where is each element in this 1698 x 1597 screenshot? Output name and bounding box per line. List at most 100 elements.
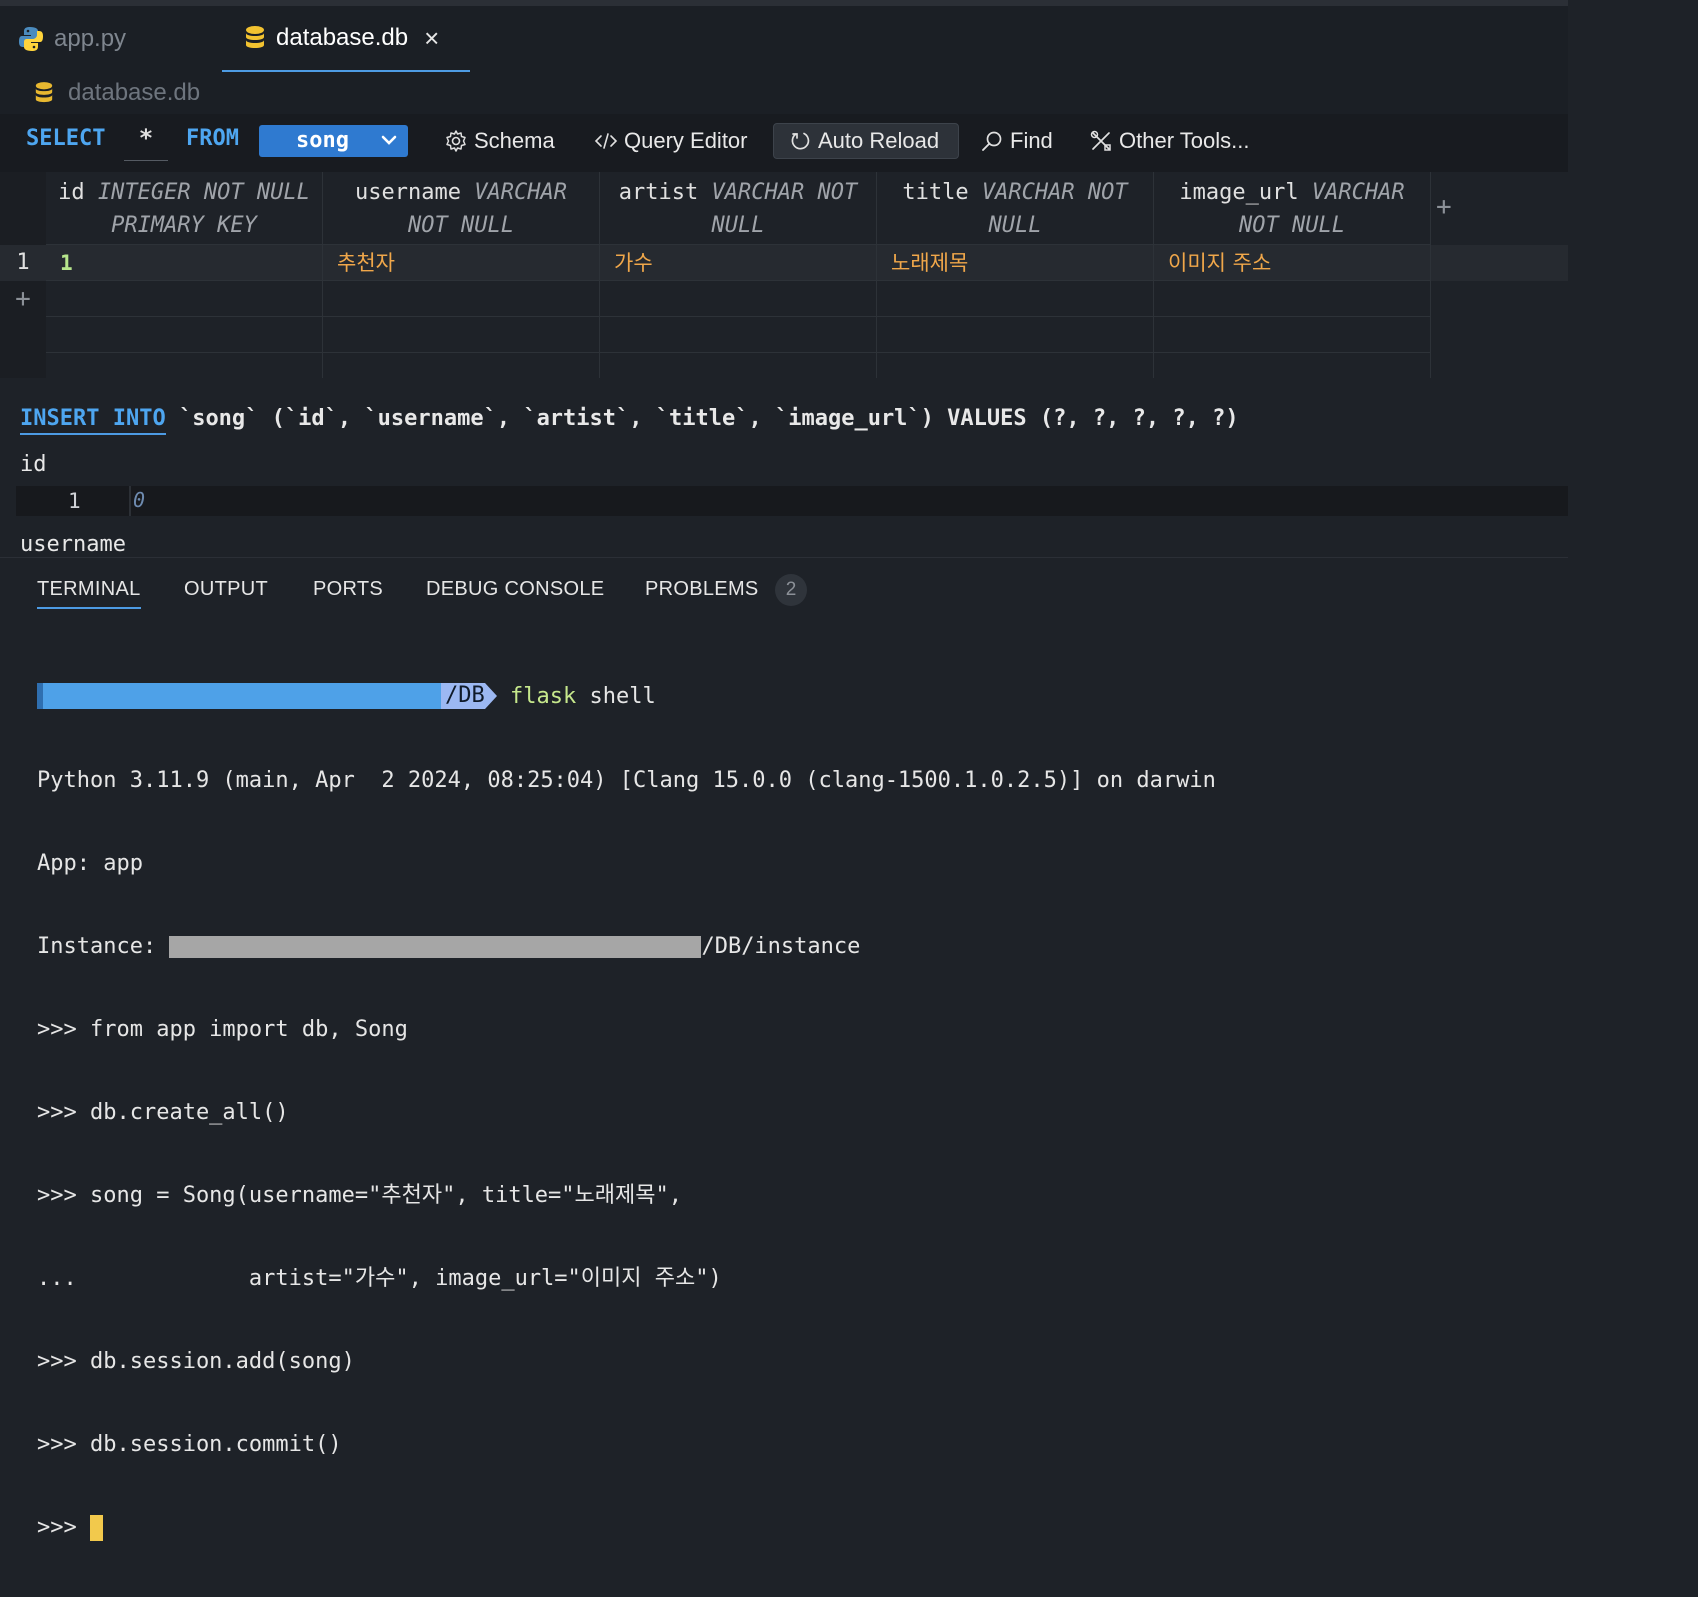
database-icon bbox=[35, 82, 53, 103]
redacted-path bbox=[169, 935, 702, 958]
table-select[interactable]: song bbox=[259, 125, 408, 157]
empty-cell bbox=[877, 317, 1154, 353]
tab-ports[interactable]: PORTS bbox=[313, 578, 383, 601]
column-header-image-url[interactable]: image_url VARCHAR NOT NULL bbox=[1154, 172, 1431, 245]
insert-statement-text: `song` (`id`, `username`, `artist`, `tit… bbox=[165, 406, 1239, 431]
column-name: image_url bbox=[1179, 180, 1299, 205]
empty-cell bbox=[323, 353, 600, 378]
empty-cell bbox=[600, 317, 877, 353]
column-name: title bbox=[902, 180, 969, 205]
empty-cell bbox=[46, 317, 323, 353]
query-editor-button[interactable]: Query Editor bbox=[594, 123, 748, 159]
columns-input[interactable]: * bbox=[124, 124, 168, 161]
gear-icon bbox=[446, 130, 466, 152]
prompt-path: /DB bbox=[441, 683, 485, 710]
terminal-prompt: >>> bbox=[37, 1515, 90, 1541]
row-number: 1 bbox=[16, 250, 30, 275]
column-type: NOT NULL bbox=[408, 213, 514, 238]
cell-image-url[interactable]: 이미지 주소 bbox=[1154, 245, 1431, 281]
terminal-input-line[interactable]: >>> bbox=[37, 1514, 1216, 1542]
column-header-id[interactable]: id INTEGER NOT NULL PRIMARY KEY bbox=[46, 172, 323, 245]
column-type: NULL bbox=[988, 213, 1042, 238]
breadcrumb-item[interactable]: database.db bbox=[68, 79, 200, 107]
empty-cell[interactable] bbox=[600, 281, 877, 317]
terminal-line: ... artist="가수", image_url="이미지 주소") bbox=[37, 1266, 722, 1292]
empty-cell[interactable] bbox=[1154, 281, 1431, 317]
tab-output[interactable]: OUTPUT bbox=[184, 578, 268, 601]
value-editor-id[interactable]: 1 0 bbox=[16, 486, 1568, 516]
column-type: NOT NULL bbox=[1239, 213, 1345, 238]
prompt-command: flask bbox=[510, 684, 577, 710]
auto-reload-button[interactable]: Auto Reload bbox=[773, 123, 959, 159]
find-button[interactable]: Find bbox=[980, 123, 1053, 159]
breadcrumb: database.db bbox=[0, 72, 1568, 114]
tab-debug-console[interactable]: DEBUG CONSOLE bbox=[426, 578, 604, 601]
add-column-icon[interactable]: + bbox=[1436, 192, 1452, 222]
query-editor-label: Query Editor bbox=[624, 128, 748, 153]
from-keyword: FROM bbox=[186, 126, 239, 151]
column-type: VARCHAR NOT bbox=[711, 180, 858, 205]
empty-cell bbox=[1154, 317, 1431, 353]
tools-icon bbox=[1090, 130, 1111, 151]
insert-keyword[interactable]: INSERT INTO bbox=[20, 406, 166, 435]
search-icon bbox=[982, 131, 1002, 151]
column-header-title[interactable]: title VARCHAR NOT NULL bbox=[877, 172, 1154, 245]
column-type: VARCHAR NOT bbox=[981, 180, 1128, 205]
value-input-id[interactable]: 0 bbox=[129, 486, 1568, 516]
terminal-line: >>> from app import db, Song bbox=[37, 1016, 408, 1042]
tab-problems[interactable]: PROBLEMS bbox=[645, 578, 759, 601]
terminal-instance-line: Instance: /DB/instance bbox=[37, 933, 1216, 961]
code-icon bbox=[594, 133, 618, 149]
empty-cell bbox=[1154, 353, 1431, 378]
python-icon bbox=[19, 27, 43, 51]
cell-title[interactable]: 노래제목 bbox=[877, 245, 1154, 281]
schema-button[interactable]: Schema bbox=[444, 123, 555, 159]
query-toolbar: SELECT * FROM song Schema Query Editor A… bbox=[0, 114, 1568, 172]
data-grid: id INTEGER NOT NULL PRIMARY KEY username… bbox=[0, 172, 1568, 378]
instance-suffix: /DB/instance bbox=[701, 933, 861, 959]
other-tools-button[interactable]: Other Tools... bbox=[1089, 123, 1249, 159]
column-type: NULL bbox=[711, 213, 765, 238]
tab-app-py[interactable]: app.py bbox=[18, 6, 126, 72]
column-type: PRIMARY KEY bbox=[111, 213, 257, 238]
terminal-line: >>> db.session.add(song) bbox=[37, 1349, 355, 1375]
line-number: 1 bbox=[68, 489, 81, 513]
prompt-command-arg: shell bbox=[576, 684, 656, 710]
select-keyword: SELECT bbox=[26, 126, 106, 151]
cell-artist[interactable]: 가수 bbox=[600, 245, 877, 281]
empty-cell[interactable] bbox=[46, 281, 323, 317]
problems-count-badge: 2 bbox=[775, 574, 807, 606]
insert-statement: INSERT INTO `song` (`id`, `username`, `a… bbox=[20, 406, 1239, 435]
terminal-line: Python 3.11.9 (main, Apr 2 2024, 08:25:0… bbox=[37, 767, 1216, 793]
chevron-down-icon bbox=[381, 135, 397, 145]
refresh-icon bbox=[791, 132, 810, 150]
empty-cell bbox=[46, 353, 323, 378]
field-label-id: id bbox=[20, 452, 47, 477]
empty-cell bbox=[323, 317, 600, 353]
terminal-line: >>> db.create_all() bbox=[37, 1099, 289, 1125]
tab-database-db[interactable]: database.db × bbox=[222, 6, 470, 72]
column-header-artist[interactable]: artist VARCHAR NOT NULL bbox=[600, 172, 877, 245]
auto-reload-label: Auto Reload bbox=[818, 128, 940, 153]
tab-label: app.py bbox=[54, 25, 127, 52]
column-header-username[interactable]: username VARCHAR NOT NULL bbox=[323, 172, 600, 245]
tab-terminal[interactable]: TERMINAL bbox=[37, 578, 141, 609]
cell-id[interactable]: 1 bbox=[46, 245, 323, 281]
other-tools-label: Other Tools... bbox=[1119, 128, 1250, 153]
column-name: username bbox=[355, 180, 461, 205]
add-row-icon[interactable]: + bbox=[0, 281, 46, 317]
close-tab-icon[interactable]: × bbox=[424, 23, 439, 54]
terminal-output[interactable]: /DB flask shell Python 3.11.9 (main, Apr… bbox=[37, 628, 1216, 1597]
empty-cell[interactable] bbox=[877, 281, 1154, 317]
field-label-username: username bbox=[20, 532, 126, 557]
empty-cell bbox=[877, 353, 1154, 378]
prompt-path-segment bbox=[37, 683, 441, 710]
schema-label: Schema bbox=[474, 128, 555, 153]
empty-cell[interactable] bbox=[323, 281, 600, 317]
terminal-cursor bbox=[89, 1515, 103, 1542]
empty-cell bbox=[600, 353, 877, 378]
bottom-panel: TERMINAL OUTPUT PORTS DEBUG CONSOLE PROB… bbox=[0, 557, 1568, 1542]
find-label: Find bbox=[1010, 128, 1053, 153]
column-type: VARCHAR bbox=[474, 180, 567, 205]
cell-username[interactable]: 추천자 bbox=[323, 245, 600, 281]
